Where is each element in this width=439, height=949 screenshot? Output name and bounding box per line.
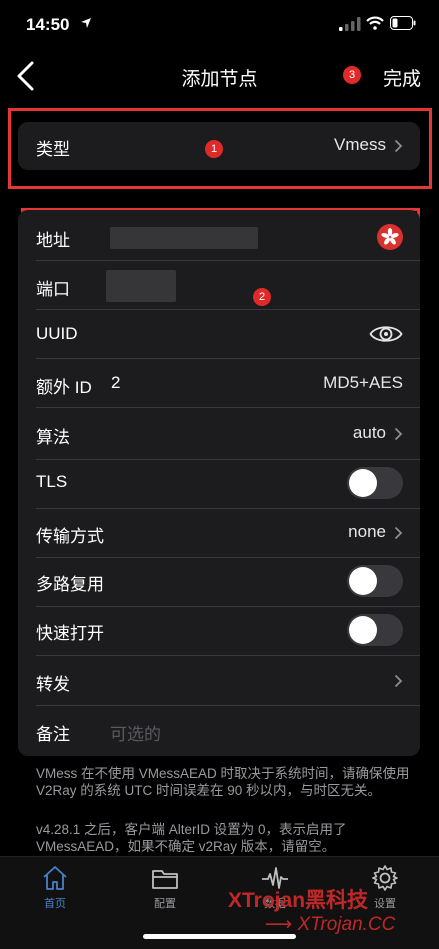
annotation-badge-1: 1	[205, 140, 223, 158]
page-title: 添加节点	[181, 69, 258, 90]
cellular-signal-icon	[339, 17, 361, 31]
transport-row[interactable]: 传输方式 none	[18, 509, 420, 557]
address-redacted	[110, 227, 258, 249]
divider	[36, 358, 420, 359]
watermark-url-text: XTrojan.CC	[297, 914, 396, 935]
extra-id-value: 2	[111, 373, 121, 392]
tls-label: TLS	[36, 472, 68, 491]
forward-label: 转发	[36, 675, 70, 694]
home-indicator	[143, 934, 296, 939]
tls-toggle[interactable]	[347, 467, 403, 499]
status-bar: 14:50	[0, 0, 439, 50]
toggle-knob	[349, 469, 377, 497]
wifi-icon	[366, 16, 384, 30]
extra-id-label: 额外 ID	[36, 378, 92, 397]
navigation-bar: 添加节点 完成	[0, 50, 439, 102]
remark-input[interactable]: 可选的	[110, 720, 161, 745]
footnote-time: VMess 在不使用 VMessAEAD 时取决于系统时间，请确保使用 V2Ra…	[36, 766, 410, 798]
toggle-knob	[349, 567, 377, 595]
fastopen-row: 快速打开	[18, 606, 420, 654]
divider	[36, 655, 420, 656]
location-arrow-icon	[81, 18, 91, 28]
chevron-right-icon	[394, 674, 403, 688]
port-label: 端口	[36, 280, 70, 299]
address-label: 地址	[36, 231, 70, 250]
address-row[interactable]: 地址	[18, 213, 420, 261]
uuid-row[interactable]: UUID	[18, 311, 420, 359]
footnote-alterid: v4.28.1 之后，客户端 AlterID 设置为 0，表示启用了 VMess…	[36, 822, 347, 854]
home-icon	[43, 866, 67, 890]
remark-label: 备注	[36, 725, 70, 744]
divider	[36, 407, 420, 408]
chevron-right-icon	[394, 139, 403, 153]
mux-toggle[interactable]	[347, 565, 403, 597]
folder-icon	[152, 870, 178, 889]
transport-label: 传输方式	[36, 527, 104, 546]
watermark-text: XTrojan黑科技	[228, 889, 369, 912]
tab-config[interactable]: 配置	[135, 863, 195, 911]
type-label: 类型	[36, 140, 70, 159]
eye-icon[interactable]	[369, 322, 403, 346]
tab-home-label: 首页	[44, 898, 66, 910]
algorithm-value: auto	[352, 423, 386, 442]
settings-card: 地址 端口 UUID 额外 ID 2 MD5+AES 算法 auto TLS 传…	[18, 210, 420, 756]
divider	[36, 260, 420, 261]
mux-row: 多路复用	[18, 557, 420, 605]
tab-config-label: 配置	[154, 898, 176, 910]
fastopen-toggle[interactable]	[347, 614, 403, 646]
watermark-arrow: ⟶	[265, 914, 298, 935]
port-redacted	[106, 270, 176, 302]
annotation-badge-3: 3	[343, 66, 361, 84]
battery-icon	[390, 16, 416, 30]
uuid-label: UUID	[36, 324, 78, 343]
port-row[interactable]: 端口	[18, 262, 420, 310]
type-value: Vmess	[334, 135, 386, 154]
transport-value: none	[348, 522, 386, 541]
annotation-badge-2: 2	[253, 288, 271, 306]
hong-kong-flag-icon	[377, 224, 403, 250]
algorithm-label: 算法	[36, 428, 70, 447]
done-button[interactable]: 完成	[383, 64, 421, 91]
extra-id-row[interactable]: 额外 ID 2 MD5+AES	[18, 360, 420, 408]
tab-home[interactable]: 首页	[25, 863, 85, 911]
fastopen-label: 快速打开	[36, 624, 104, 643]
divider	[36, 309, 420, 310]
algorithm-row[interactable]: 算法 auto	[18, 410, 420, 458]
chevron-right-icon	[394, 526, 403, 540]
mux-label: 多路复用	[36, 575, 104, 594]
forward-row[interactable]: 转发	[18, 657, 420, 705]
remark-row[interactable]: 备注 可选的	[18, 707, 420, 755]
tls-row: TLS	[18, 459, 420, 507]
toggle-knob	[349, 616, 377, 644]
watermark-url: ⟶ XTrojan.CC	[265, 913, 395, 936]
chevron-right-icon	[394, 427, 403, 441]
status-time: 14:50	[26, 15, 70, 34]
gear-icon	[372, 865, 398, 891]
divider	[36, 705, 420, 706]
security-value: MD5+AES	[323, 373, 403, 392]
